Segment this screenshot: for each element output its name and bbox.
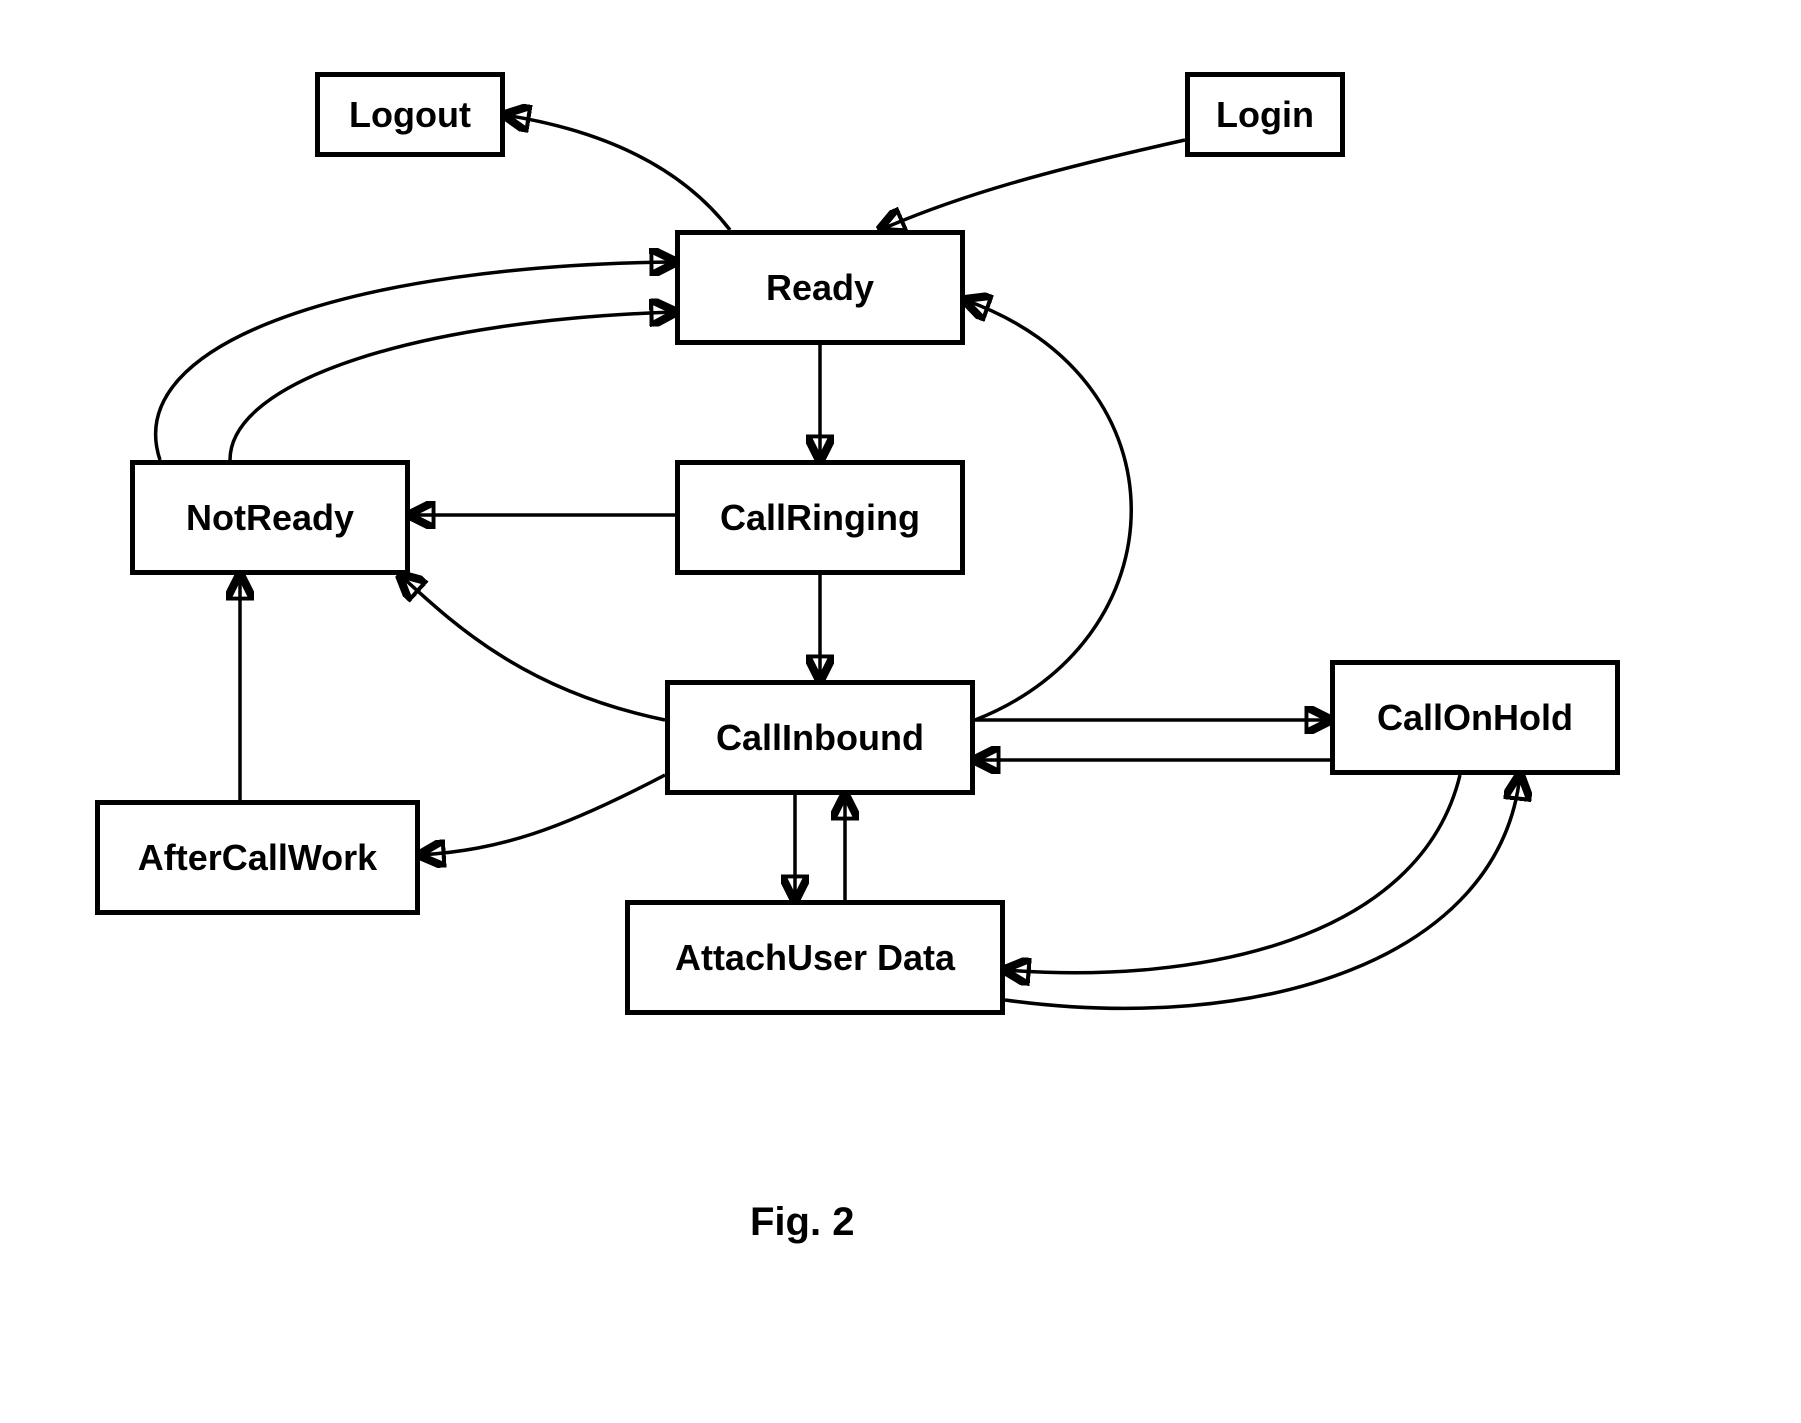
- node-label: CallRinging: [720, 497, 920, 539]
- edge-login-ready: [880, 140, 1185, 230]
- diagram-canvas: Logout Login Ready NotReady CallRinging …: [0, 0, 1801, 1423]
- node-label: Ready: [766, 267, 874, 309]
- node-attachuserdata: AttachUser Data: [625, 900, 1005, 1015]
- node-callonhold: CallOnHold: [1330, 660, 1620, 775]
- node-login: Login: [1185, 72, 1345, 157]
- figure-caption: Fig. 2: [750, 1200, 854, 1245]
- node-label: CallInbound: [716, 717, 924, 759]
- edge-attachuserdata-callonhold: [1005, 775, 1520, 1008]
- node-label: AfterCallWork: [138, 837, 377, 879]
- node-label: CallOnHold: [1377, 697, 1573, 739]
- node-callinbound: CallInbound: [665, 680, 975, 795]
- node-callringing: CallRinging: [675, 460, 965, 575]
- edge-callinbound-aftercallwork: [420, 775, 665, 855]
- node-label: Login: [1216, 94, 1314, 136]
- edge-notready-ready-upper: [156, 262, 675, 460]
- edge-notready-ready-lower: [230, 312, 675, 460]
- edge-callinbound-notready: [400, 575, 665, 720]
- node-label: AttachUser Data: [675, 937, 955, 979]
- node-notready: NotReady: [130, 460, 410, 575]
- edge-callonhold-attachuserdata: [1005, 775, 1460, 973]
- node-aftercallwork: AfterCallWork: [95, 800, 420, 915]
- node-label: NotReady: [186, 497, 354, 539]
- node-ready: Ready: [675, 230, 965, 345]
- node-label: Logout: [349, 94, 471, 136]
- edge-ready-logout: [505, 115, 730, 230]
- node-logout: Logout: [315, 72, 505, 157]
- edge-callinbound-ready: [965, 300, 1131, 720]
